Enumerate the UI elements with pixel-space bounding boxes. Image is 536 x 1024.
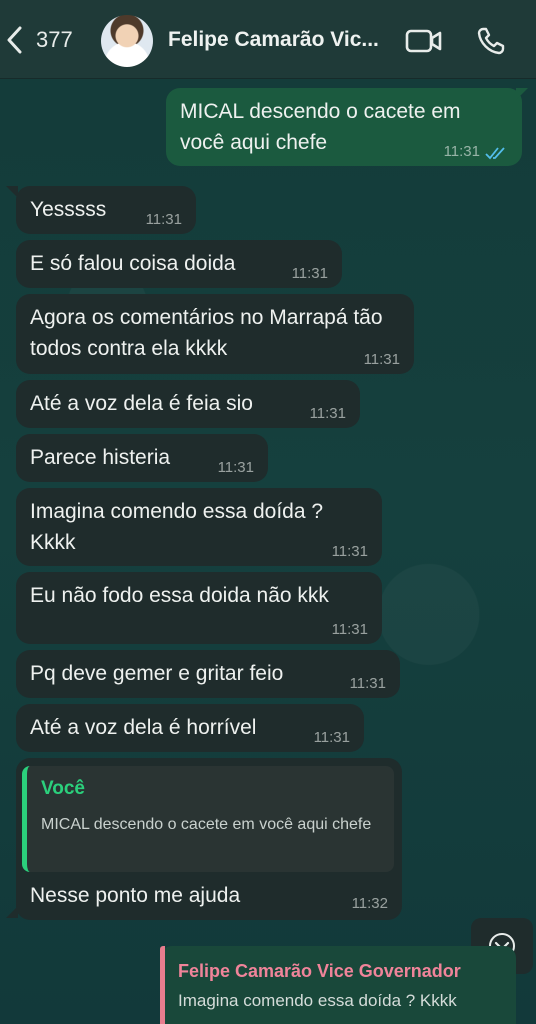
message-text: Até a voz dela é feia sio xyxy=(30,392,253,415)
message-time: 11:31 xyxy=(145,211,182,228)
unread-count: 377 xyxy=(36,27,73,52)
message-time: 11:31 xyxy=(363,351,400,368)
message-text: Até a voz dela é horrível xyxy=(30,716,257,739)
message-incoming[interactable]: Yesssss 11:31 xyxy=(16,186,196,234)
message-text: Agora os comentários no Marrapá tão todo… xyxy=(30,306,383,360)
message-time: 11:31 xyxy=(291,265,328,282)
message-incoming[interactable]: Parece histeria 11:31 xyxy=(16,434,268,482)
message-text: E só falou coisa doida xyxy=(30,252,236,275)
message-incoming[interactable]: Imagina comendo essa doída ? Kkkk 11:31 xyxy=(16,488,382,566)
message-text: Parece histeria xyxy=(30,446,171,469)
message-time: 11:32 xyxy=(351,895,388,912)
message-text: Yesssss xyxy=(30,198,107,221)
bubble-tail xyxy=(6,186,18,198)
quoted-text: MICAL descendo o cacete em você aqui che… xyxy=(41,816,372,833)
message-time: 11:31 xyxy=(313,729,350,746)
reply-text: Imagina comendo essa doída ? Kkkk xyxy=(178,991,457,1010)
message-incoming[interactable]: Pq deve gemer e gritar feio 11:31 xyxy=(16,650,400,698)
contact-name[interactable]: Felipe Camarão Vic... xyxy=(168,28,394,52)
bubble-tail xyxy=(516,88,528,100)
bubble-tail xyxy=(6,906,18,918)
chat-header: 377 Felipe Camarão Vic... xyxy=(0,0,536,79)
message-text: Pq deve gemer e gritar feio xyxy=(30,662,284,685)
message-time: 11:31 xyxy=(443,143,480,160)
phone-call-icon[interactable] xyxy=(476,26,506,56)
message-incoming[interactable]: Agora os comentários no Marrapá tão todo… xyxy=(16,294,414,374)
message-text: Nesse ponto me ajuda xyxy=(30,884,241,907)
message-incoming[interactable]: Até a voz dela é feia sio 11:31 xyxy=(16,380,360,428)
message-incoming[interactable]: E só falou coisa doida 11:31 xyxy=(16,240,342,288)
message-text: Imagina comendo essa doída ? Kkkk xyxy=(30,500,324,554)
back-chevron-icon xyxy=(7,26,22,54)
message-text: Eu não fodo essa doida não kkk xyxy=(30,584,329,607)
message-time: 11:31 xyxy=(349,675,386,692)
reply-accent-bar xyxy=(160,946,165,1024)
message-time: 11:31 xyxy=(331,621,368,638)
outgoing-reply-preview[interactable]: Felipe Camarão Vice Governador Imagina c… xyxy=(160,946,516,1024)
back-button[interactable]: 377 xyxy=(6,24,76,56)
quoted-message[interactable]: Você MICAL descendo o cacete em você aqu… xyxy=(22,766,394,872)
message-incoming[interactable]: Eu não fodo essa doida não kkk 11:31 xyxy=(16,572,382,644)
message-time: 11:31 xyxy=(217,459,254,476)
message-time: 11:31 xyxy=(309,405,346,422)
quoted-author: Você xyxy=(41,778,86,799)
reply-author: Felipe Camarão Vice Governador xyxy=(178,961,461,981)
message-outgoing[interactable]: MICAL descendo o cacete em você aqui che… xyxy=(166,88,522,166)
message-incoming[interactable]: Até a voz dela é horrível 11:31 xyxy=(16,704,364,752)
message-time: 11:31 xyxy=(331,543,368,560)
read-ticks-icon xyxy=(485,147,505,160)
video-call-icon[interactable] xyxy=(405,28,443,54)
message-incoming-reply[interactable]: Você MICAL descendo o cacete em você aqu… xyxy=(16,758,402,920)
contact-avatar[interactable] xyxy=(101,15,153,67)
